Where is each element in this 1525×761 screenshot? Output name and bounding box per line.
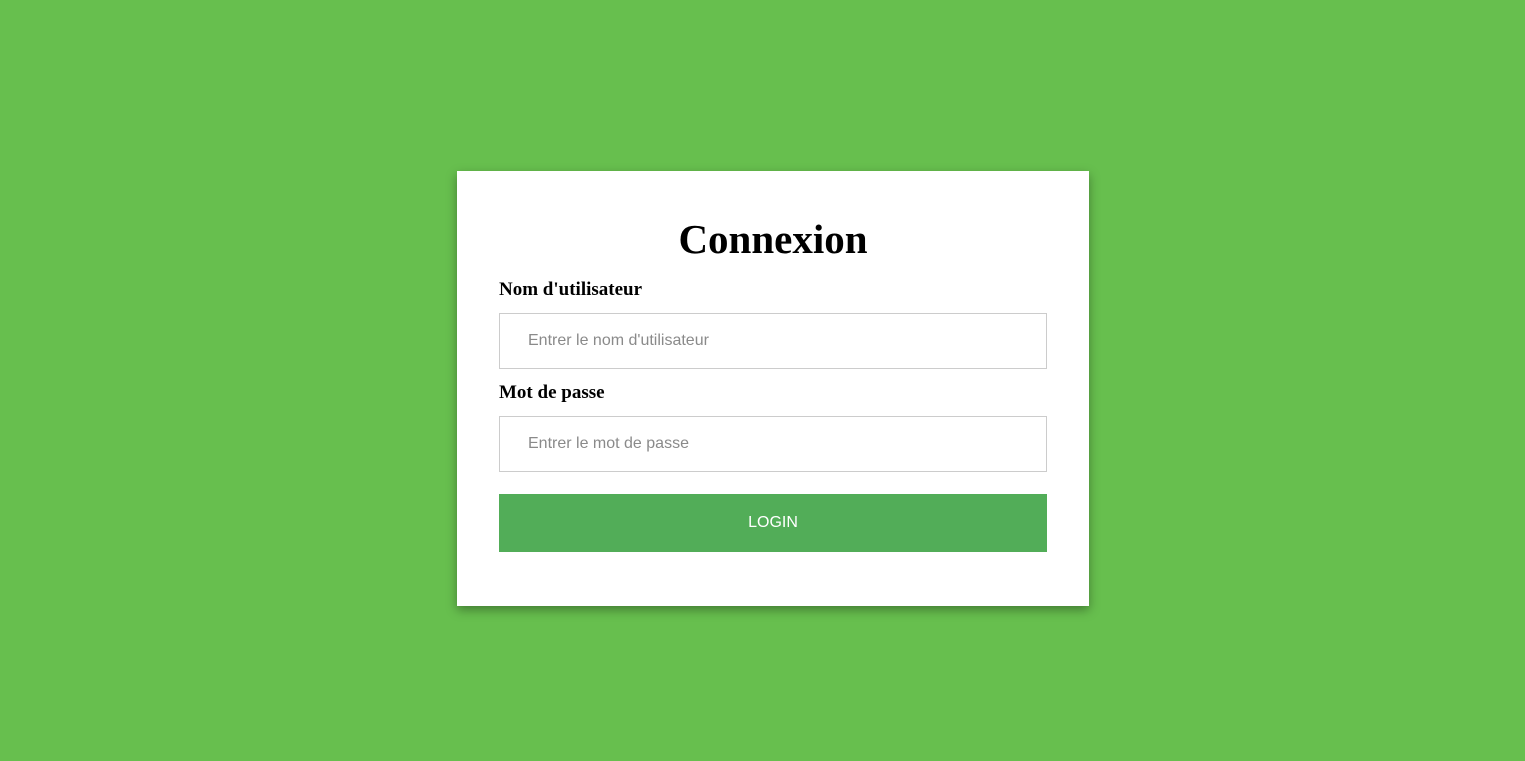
page-title: Connexion bbox=[678, 216, 868, 262]
password-label: Mot de passe bbox=[499, 382, 605, 403]
login-card: Connexion Nom d'utilisateur Mot de passe… bbox=[457, 171, 1089, 606]
page-background: { "colors": { "background": "#67bf4e", "… bbox=[0, 0, 1525, 761]
password-input[interactable] bbox=[499, 416, 1047, 472]
username-label: Nom d'utilisateur bbox=[499, 279, 643, 300]
login-button[interactable]: LOGIN bbox=[499, 494, 1047, 552]
username-input[interactable] bbox=[499, 313, 1047, 369]
